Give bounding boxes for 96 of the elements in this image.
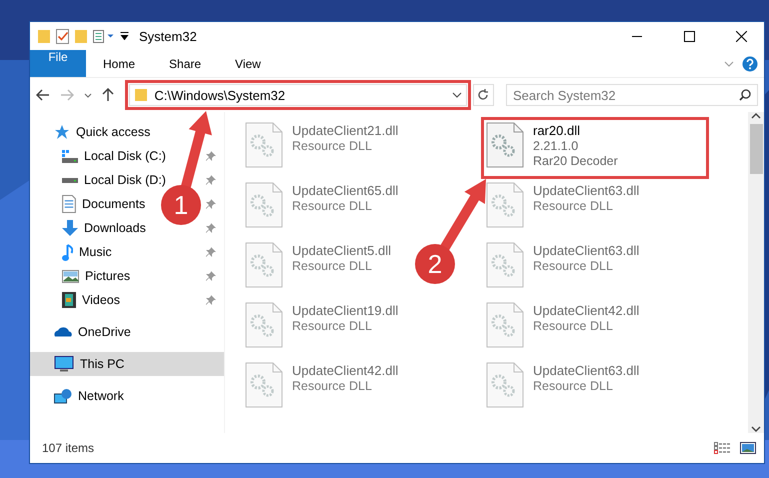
file-detail: Resource DLL bbox=[292, 379, 373, 393]
properties-icon[interactable] bbox=[93, 30, 114, 42]
checklist-icon[interactable] bbox=[56, 28, 69, 44]
chevron-down-icon[interactable] bbox=[84, 92, 92, 98]
file-detail: Resource DLL bbox=[292, 139, 373, 153]
pin-icon[interactable] bbox=[206, 271, 216, 281]
gear-file-icon bbox=[486, 362, 524, 408]
nav-item[interactable]: Downloads bbox=[62, 216, 150, 240]
gear-file-icon bbox=[245, 182, 283, 228]
star-icon bbox=[54, 124, 70, 140]
file-detail: Resource DLL bbox=[533, 259, 614, 273]
nav-item[interactable]: Quick access bbox=[54, 120, 154, 144]
file-name: UpdateClient5.dll bbox=[292, 243, 392, 258]
back-arrow-icon[interactable] bbox=[36, 89, 50, 101]
document-icon bbox=[62, 195, 76, 213]
nav-item[interactable]: Network bbox=[54, 384, 128, 408]
gear-file-icon bbox=[486, 182, 524, 228]
download-icon bbox=[62, 220, 78, 236]
file-name: UpdateClient63.dll bbox=[533, 243, 640, 258]
gear-file-icon bbox=[245, 122, 283, 168]
file-name: rar20.dll bbox=[533, 123, 581, 138]
scroll-thumb[interactable] bbox=[750, 124, 762, 174]
film-icon bbox=[62, 292, 76, 308]
file-detail: Resource DLL bbox=[292, 319, 373, 333]
file-detail: Rar20 Decoder bbox=[533, 154, 618, 168]
file-item[interactable]: UpdateClient21.dll Resource DLL bbox=[243, 120, 400, 176]
file-item[interactable]: UpdateClient63.dll Resource DLL bbox=[484, 360, 642, 416]
file-item[interactable]: UpdateClient42.dll Resource DLL bbox=[243, 360, 400, 416]
file-detail: Resource DLL bbox=[533, 379, 614, 393]
nav-item[interactable]: Pictures bbox=[62, 264, 134, 288]
file-name: UpdateClient19.dll bbox=[292, 303, 398, 318]
nav-item[interactable]: OneDrive bbox=[54, 320, 135, 344]
refresh-icon[interactable] bbox=[477, 89, 490, 101]
file-name: UpdateClient65.dll bbox=[292, 183, 398, 198]
close-icon[interactable] bbox=[736, 30, 746, 42]
file-name: UpdateClient42.dll bbox=[292, 363, 398, 378]
ribbon-tab[interactable]: File bbox=[30, 50, 86, 77]
pin-icon[interactable] bbox=[206, 151, 216, 161]
file-item[interactable]: UpdateClient19.dll Resource DLL bbox=[243, 300, 400, 356]
folder-icon bbox=[134, 88, 148, 102]
file-item[interactable]: rar20.dll 2.21.1.0 Rar20 Decoder bbox=[484, 120, 706, 176]
thumbnail-view-icon[interactable] bbox=[740, 442, 756, 454]
file-detail: Resource DLL bbox=[533, 319, 614, 333]
file-item[interactable]: UpdateClient63.dll Resource DLL bbox=[484, 240, 642, 296]
gear-file-icon bbox=[486, 122, 524, 168]
file-item[interactable]: UpdateClient5.dll Resource DLL bbox=[243, 240, 394, 296]
file-name: UpdateClient21.dll bbox=[292, 123, 398, 138]
dropdown-icon[interactable] bbox=[120, 32, 129, 40]
pin-icon[interactable] bbox=[206, 199, 216, 209]
nav-item[interactable]: Music bbox=[62, 240, 116, 264]
gear-file-icon bbox=[245, 362, 283, 408]
file-detail: Resource DLL bbox=[292, 259, 373, 273]
scroll-up-icon[interactable] bbox=[751, 112, 761, 120]
help-icon[interactable] bbox=[742, 56, 758, 72]
file-item[interactable]: UpdateClient42.dll Resource DLL bbox=[484, 300, 642, 356]
scrollbar[interactable] bbox=[748, 112, 764, 433]
file-name: UpdateClient63.dll bbox=[533, 183, 640, 198]
search-field[interactable]: Search System32 bbox=[506, 84, 758, 106]
search-icon[interactable] bbox=[739, 89, 751, 101]
nav-item[interactable]: Documents bbox=[62, 192, 150, 216]
pin-icon[interactable] bbox=[206, 247, 216, 257]
computer-icon bbox=[54, 356, 74, 372]
picture-icon bbox=[62, 270, 79, 282]
pin-icon[interactable] bbox=[206, 223, 216, 233]
file-name: UpdateClient42.dll bbox=[533, 303, 640, 318]
item-count: 107 items bbox=[42, 441, 94, 455]
file-item[interactable]: UpdateClient65.dll Resource DLL bbox=[243, 180, 400, 236]
file-detail: Resource DLL bbox=[292, 199, 373, 213]
gear-file-icon bbox=[245, 302, 283, 348]
ribbon-tab[interactable]: Home bbox=[86, 50, 152, 77]
file-detail: Resource DLL bbox=[533, 199, 614, 213]
music-note-icon bbox=[62, 244, 73, 260]
up-arrow-icon[interactable] bbox=[102, 88, 114, 102]
file-detail: 2.21.1.0 bbox=[533, 139, 580, 153]
pin-icon[interactable] bbox=[206, 295, 216, 305]
gear-file-icon bbox=[486, 242, 524, 288]
ribbon-tab[interactable]: Share bbox=[152, 50, 218, 77]
nav-item[interactable]: This PC bbox=[30, 352, 224, 376]
chevron-down-icon[interactable] bbox=[452, 92, 462, 98]
window-title: System32 bbox=[139, 28, 197, 44]
nav-item[interactable]: Videos bbox=[62, 288, 124, 312]
ribbon-tab[interactable]: View bbox=[218, 50, 278, 77]
nav-item[interactable]: Local Disk (C:) bbox=[62, 144, 170, 168]
file-item[interactable]: UpdateClient63.dll Resource DLL bbox=[484, 180, 642, 236]
gear-file-icon bbox=[245, 242, 283, 288]
gear-file-icon bbox=[486, 302, 524, 348]
drive-icon bbox=[62, 150, 78, 162]
details-view-icon[interactable] bbox=[714, 442, 730, 454]
maximize-icon[interactable] bbox=[684, 30, 694, 42]
network-icon bbox=[54, 388, 72, 404]
drive-icon bbox=[62, 178, 78, 182]
cloud-icon bbox=[54, 327, 72, 337]
pin-icon[interactable] bbox=[206, 175, 216, 185]
scroll-down-icon[interactable] bbox=[751, 425, 761, 433]
nav-item[interactable]: Local Disk (D:) bbox=[62, 168, 170, 192]
file-name: UpdateClient63.dll bbox=[533, 363, 640, 378]
